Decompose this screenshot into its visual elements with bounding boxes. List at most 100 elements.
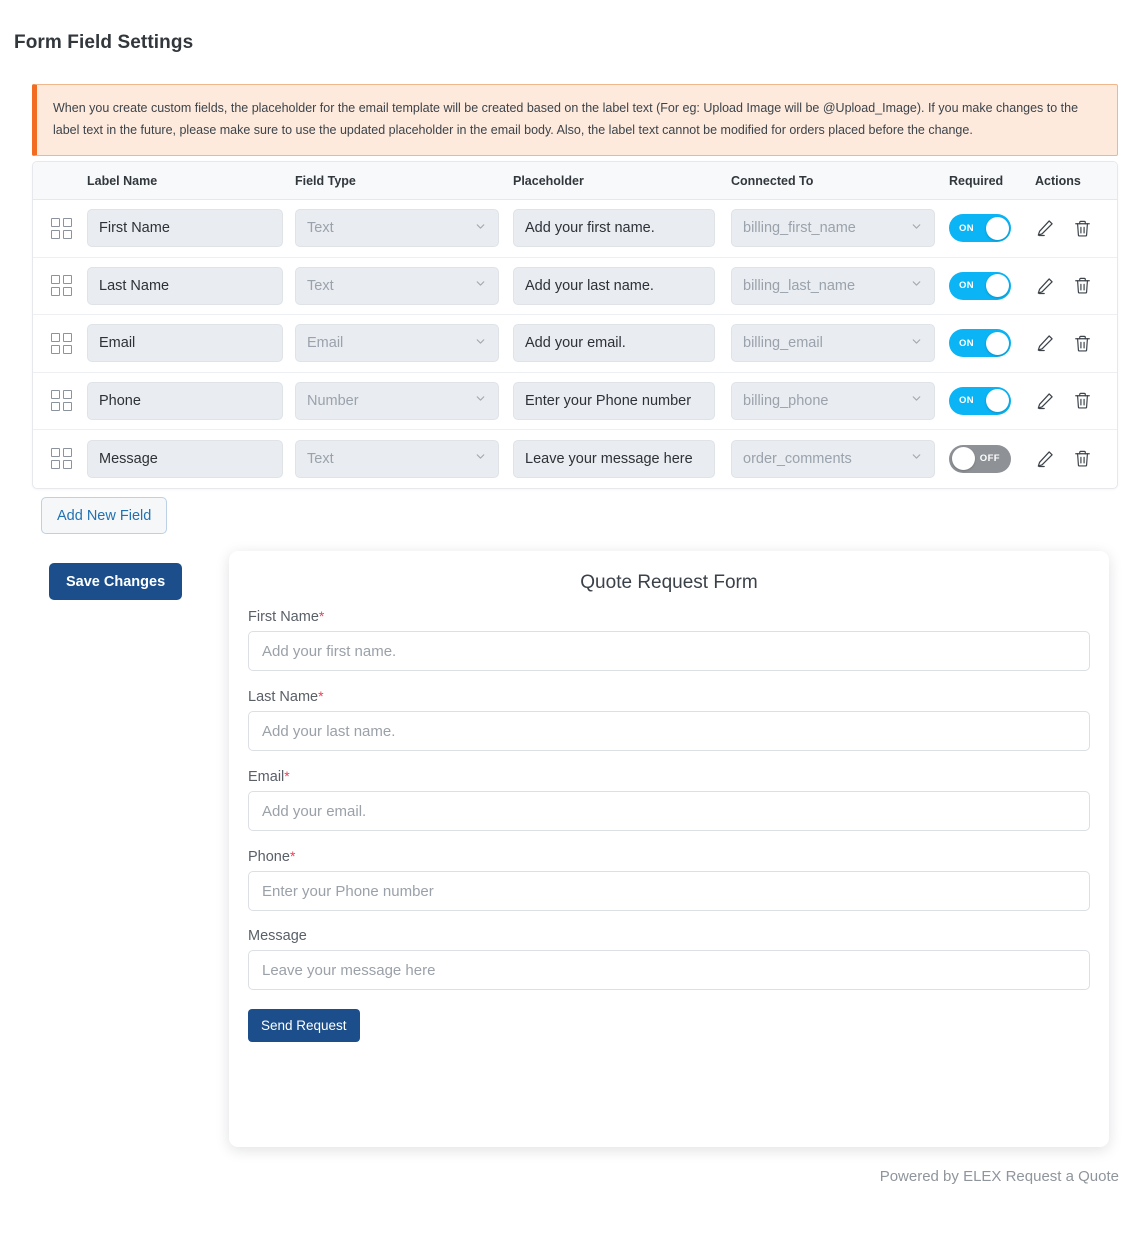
- field-type-value: Text: [307, 277, 334, 294]
- row-actions: [1035, 449, 1117, 469]
- preview-field-group: Phone* Enter your Phone number: [248, 848, 1090, 911]
- grid-handle-icon: [51, 390, 72, 412]
- preview-field-input[interactable]: Add your first name.: [248, 631, 1090, 671]
- field-type-cell: Text: [295, 439, 513, 478]
- row-actions: [1035, 276, 1117, 296]
- preview-field-input[interactable]: Add your email.: [248, 791, 1090, 831]
- connected-to-select[interactable]: billing_email: [731, 324, 935, 363]
- label-name-value: First Name: [99, 220, 170, 237]
- required-toggle[interactable]: OFF: [949, 444, 1011, 473]
- toggle-knob: [985, 216, 1009, 240]
- preview-field-placeholder: Enter your Phone number: [262, 882, 434, 900]
- trash-icon[interactable]: [1073, 334, 1092, 353]
- placeholder-cell: Add your email.: [513, 324, 731, 363]
- required-toggle-state: ON: [959, 222, 975, 234]
- label-name-value: Email: [99, 335, 136, 352]
- preview-title: Quote Request Form: [580, 572, 758, 593]
- table-body: First Name Text Add your first name. billin…: [33, 200, 1117, 488]
- form-preview-card: Quote Request Form First Name* Add your f…: [229, 551, 1109, 1147]
- placeholder-value: Add your email.: [525, 335, 626, 352]
- send-request-button[interactable]: Send Request: [248, 1009, 360, 1042]
- label-name-input[interactable]: Message: [87, 439, 283, 478]
- preview-field-placeholder: Add your first name.: [262, 642, 397, 660]
- label-name-input[interactable]: First Name: [87, 209, 283, 248]
- drag-handle[interactable]: [43, 275, 87, 297]
- preview-field-input[interactable]: Add your last name.: [248, 711, 1090, 751]
- preview-field-input[interactable]: Enter your Phone number: [248, 871, 1090, 911]
- placeholder-input[interactable]: Add your email.: [513, 324, 715, 363]
- chevron-down-icon: [910, 335, 923, 352]
- label-name-input[interactable]: Email: [87, 324, 283, 363]
- pencil-icon[interactable]: [1035, 391, 1055, 411]
- trash-icon[interactable]: [1073, 219, 1092, 238]
- field-type-select[interactable]: Email: [295, 324, 499, 363]
- field-type-select[interactable]: Text: [295, 439, 499, 478]
- field-type-cell: Text: [295, 266, 513, 305]
- pencil-icon[interactable]: [1035, 276, 1055, 296]
- field-type-select[interactable]: Text: [295, 209, 499, 248]
- label-name-cell: Message: [87, 439, 295, 478]
- connected-to-select[interactable]: billing_last_name: [731, 266, 935, 305]
- required-cell: ON: [949, 271, 1035, 300]
- drag-handle[interactable]: [43, 217, 87, 239]
- pencil-icon[interactable]: [1035, 218, 1055, 238]
- required-toggle-state: ON: [959, 280, 975, 292]
- label-name-value: Phone: [99, 392, 141, 409]
- table-row: Phone Number Enter your Phone number billin…: [33, 373, 1117, 430]
- label-name-cell: First Name: [87, 209, 295, 248]
- add-new-field-button[interactable]: Add New Field: [41, 497, 168, 534]
- pencil-icon[interactable]: [1035, 449, 1055, 469]
- preview-field-group: Last Name* Add your last name.: [248, 688, 1090, 751]
- required-toggle[interactable]: ON: [949, 271, 1011, 300]
- chevron-down-icon: [910, 450, 923, 467]
- connected-to-cell: billing_phone: [731, 381, 949, 420]
- row-actions: [1035, 391, 1117, 411]
- preview-field-group: Message Leave your message here: [248, 928, 1090, 990]
- field-type-select[interactable]: Number: [295, 381, 499, 420]
- table-row: Message Text Leave your message here order_…: [33, 430, 1117, 488]
- grid-handle-icon: [51, 217, 72, 239]
- connected-to-value: billing_first_name: [743, 220, 856, 237]
- placeholder-input[interactable]: Add your last name.: [513, 266, 715, 305]
- toggle-knob: [985, 389, 1009, 413]
- placeholder-input[interactable]: Enter your Phone number: [513, 381, 715, 420]
- field-type-select[interactable]: Text: [295, 266, 499, 305]
- required-toggle-state: ON: [959, 337, 975, 349]
- connected-to-value: billing_phone: [743, 392, 829, 409]
- drag-handle[interactable]: [43, 390, 87, 412]
- placeholder-input[interactable]: Leave your message here: [513, 439, 715, 478]
- row-actions: [1035, 218, 1117, 238]
- required-toggle-state: OFF: [979, 453, 1000, 465]
- connected-to-value: order_comments: [743, 450, 852, 467]
- trash-icon[interactable]: [1073, 449, 1092, 468]
- toggle-knob: [985, 274, 1009, 298]
- placeholder-value: Add your last name.: [525, 277, 654, 294]
- trash-icon[interactable]: [1073, 276, 1092, 295]
- chevron-down-icon: [910, 220, 923, 237]
- field-type-value: Email: [307, 335, 344, 352]
- preview-field-label-text: Phone: [248, 849, 290, 865]
- required-cell: ON: [949, 214, 1035, 243]
- required-toggle[interactable]: ON: [949, 386, 1011, 415]
- toggle-knob: [951, 447, 975, 471]
- save-changes-button[interactable]: Save Changes: [49, 563, 183, 600]
- drag-handle[interactable]: [43, 332, 87, 354]
- preview-fields-list: First Name* Add your first name. Last Name…: [229, 594, 1109, 1042]
- preview-field-label-text: Message: [248, 928, 307, 944]
- pencil-icon[interactable]: [1035, 333, 1055, 353]
- placeholder-input[interactable]: Add your first name.: [513, 209, 715, 248]
- label-name-input[interactable]: Phone: [87, 381, 283, 420]
- field-type-value: Number: [307, 392, 359, 409]
- trash-icon[interactable]: [1073, 391, 1092, 410]
- required-toggle[interactable]: ON: [949, 329, 1011, 358]
- preview-field-group: Email* Add your email.: [248, 768, 1090, 831]
- required-asterisk: *: [318, 688, 324, 704]
- required-toggle[interactable]: ON: [949, 214, 1011, 243]
- connected-to-select[interactable]: billing_first_name: [731, 209, 935, 248]
- drag-handle[interactable]: [43, 448, 87, 470]
- connected-to-select[interactable]: order_comments: [731, 439, 935, 478]
- preview-field-input[interactable]: Leave your message here: [248, 950, 1090, 990]
- connected-to-select[interactable]: billing_phone: [731, 381, 935, 420]
- label-name-input[interactable]: Last Name: [87, 266, 283, 305]
- field-type-value: Text: [307, 450, 334, 467]
